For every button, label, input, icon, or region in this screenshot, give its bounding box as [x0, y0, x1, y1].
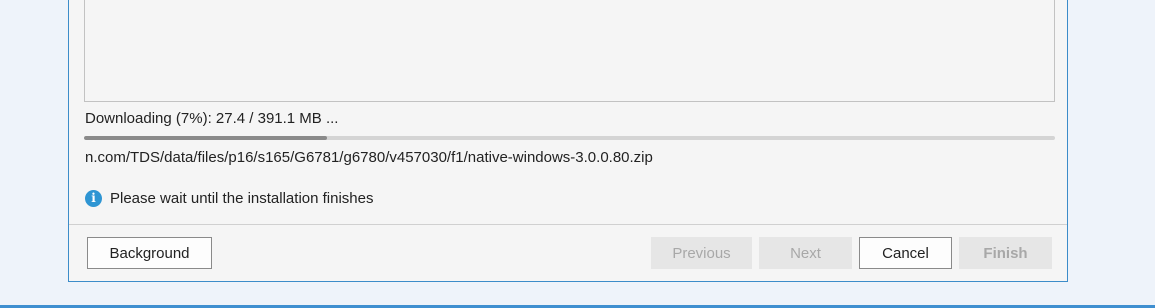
info-message-row: i Please wait until the installation fin…: [85, 188, 373, 208]
installer-dialog: Downloading (7%): 27.4 / 391.1 MB ... n.…: [68, 0, 1068, 282]
background-button[interactable]: Background: [87, 237, 212, 269]
info-message-text: Please wait until the installation finis…: [110, 189, 374, 207]
next-button[interactable]: Next: [759, 237, 852, 269]
info-icon: i: [85, 189, 102, 207]
button-bar-separator: [69, 224, 1067, 225]
desktop-background: Downloading (7%): 27.4 / 391.1 MB ... n.…: [0, 0, 1155, 308]
download-url-text: n.com/TDS/data/files/p16/s165/G6781/g678…: [85, 149, 653, 166]
log-output-area[interactable]: [84, 0, 1055, 102]
download-progress-bar: [84, 136, 1055, 140]
cancel-button[interactable]: Cancel: [859, 237, 952, 269]
download-progress-fill: [84, 136, 327, 140]
previous-button[interactable]: Previous: [651, 237, 752, 269]
download-status-text: Downloading (7%): 27.4 / 391.1 MB ...: [85, 110, 339, 127]
finish-button[interactable]: Finish: [959, 237, 1052, 269]
